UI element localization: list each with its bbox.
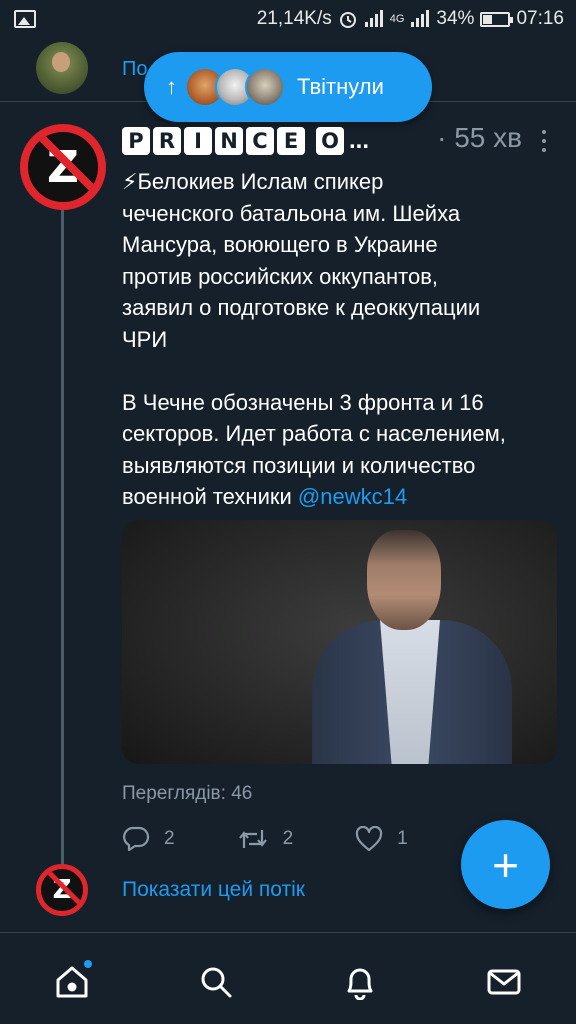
pill-avatars bbox=[185, 67, 285, 107]
no-z-avatar-small[interactable]: Z bbox=[36, 864, 88, 916]
name-letter: N bbox=[215, 127, 243, 155]
view-count: Переглядів: 46 bbox=[122, 783, 253, 804]
tweet-body: ⚡Белокиев Ислам спикер чеченского баталь… bbox=[122, 169, 506, 509]
gallery-notification-icon bbox=[14, 10, 36, 28]
reply-count: 2 bbox=[164, 828, 175, 849]
name-letter: R bbox=[153, 127, 181, 155]
more-options-icon[interactable] bbox=[534, 128, 554, 154]
status-bar: 21,14K/s 4G 34% 07:16 bbox=[0, 0, 576, 38]
nav-home[interactable] bbox=[52, 960, 92, 1002]
new-tweets-pill[interactable]: ↑ Твітнули bbox=[144, 52, 432, 122]
show-thread-link[interactable]: Показати цей потік bbox=[122, 878, 305, 902]
video-figure-head bbox=[367, 530, 441, 630]
notifications-icon bbox=[347, 968, 373, 1000]
name-letter: P bbox=[122, 127, 150, 155]
reply-icon bbox=[123, 826, 150, 852]
avatar-letter: Z bbox=[52, 875, 72, 905]
thread-line bbox=[61, 206, 64, 866]
reply-button[interactable]: 2 bbox=[122, 826, 175, 852]
compose-tweet-button[interactable]: + bbox=[461, 820, 550, 909]
mention-link[interactable]: @newkc14 bbox=[298, 484, 407, 509]
like-count: 1 bbox=[397, 828, 408, 849]
avatar bbox=[245, 67, 285, 107]
clock: 07:16 bbox=[516, 8, 564, 29]
battery-icon bbox=[480, 11, 514, 27]
name-letter: C bbox=[246, 127, 274, 155]
battery-percent: 34% bbox=[436, 8, 475, 29]
messages-icon bbox=[487, 969, 521, 995]
tweet-header: P R I N C E O ... · 55 хв bbox=[122, 122, 542, 158]
arrow-up-icon: ↑ bbox=[166, 74, 177, 99]
heart-icon bbox=[356, 826, 383, 852]
avatar[interactable] bbox=[36, 42, 88, 94]
tweet-text: ⚡Белокиев Ислам спикер чеченского баталь… bbox=[122, 166, 562, 513]
like-button[interactable]: 1 bbox=[355, 826, 408, 852]
network-type: 4G bbox=[389, 13, 405, 25]
notification-dot bbox=[84, 960, 92, 968]
divider bbox=[0, 932, 576, 933]
search-icon bbox=[201, 967, 232, 998]
tweet-timestamp: · 55 хв bbox=[437, 122, 522, 153]
previous-tweet-link[interactable]: По bbox=[122, 58, 148, 81]
name-letter: I bbox=[184, 127, 212, 155]
tweet-video-thumbnail[interactable] bbox=[122, 520, 557, 764]
signal-icon bbox=[364, 10, 383, 27]
name-ellipsis: ... bbox=[349, 127, 370, 154]
network-speed: 21,14K/s bbox=[256, 8, 332, 29]
no-z-avatar[interactable]: Z bbox=[20, 124, 106, 210]
bottom-navigation bbox=[0, 940, 576, 1024]
nav-messages[interactable] bbox=[484, 962, 524, 1002]
pill-label: Твітнули bbox=[297, 74, 384, 99]
retweet-icon bbox=[238, 830, 267, 848]
signal-icon-2 bbox=[411, 10, 430, 27]
nav-notifications[interactable] bbox=[340, 962, 380, 1002]
home-icon bbox=[56, 966, 88, 998]
nav-search[interactable] bbox=[196, 962, 236, 1002]
name-letter: E bbox=[277, 127, 305, 155]
author-name[interactable]: P R I N C E O ... bbox=[122, 127, 369, 155]
name-letter: O bbox=[316, 127, 344, 155]
retweet-button[interactable]: 2 bbox=[237, 826, 294, 852]
avatar-letter: Z bbox=[47, 141, 79, 193]
alarm-icon bbox=[339, 12, 356, 28]
retweet-count: 2 bbox=[282, 828, 294, 849]
plus-icon: + bbox=[492, 838, 519, 891]
